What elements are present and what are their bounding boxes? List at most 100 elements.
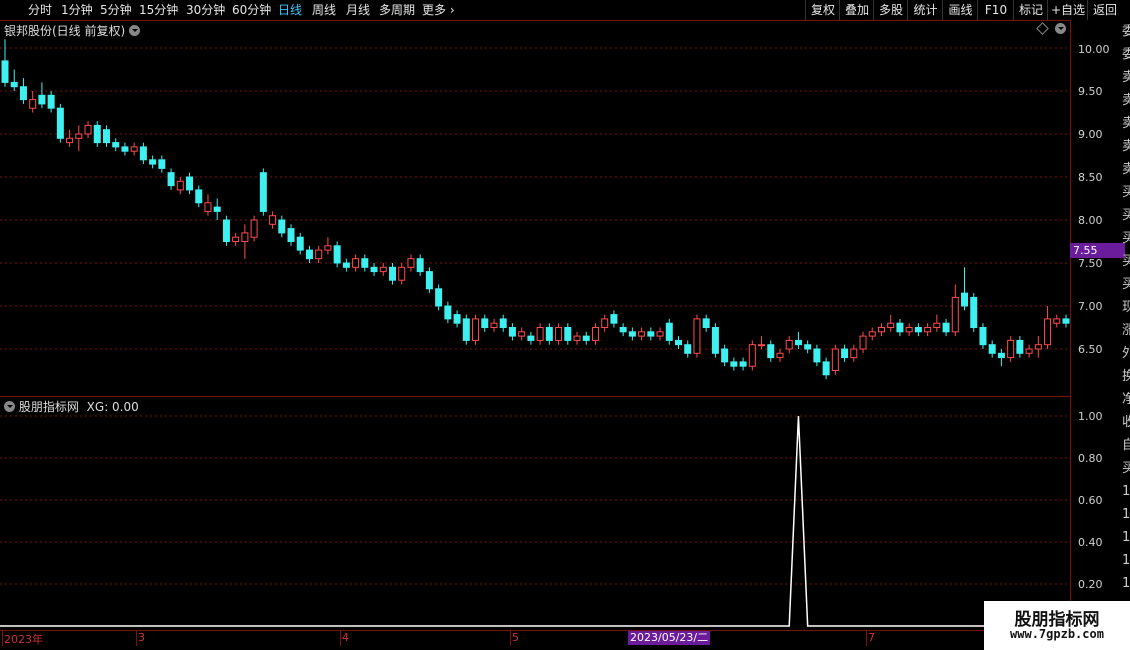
candle-body — [342, 262, 350, 268]
toolbar-button-4[interactable]: 画线 — [942, 0, 978, 20]
candle — [628, 327, 636, 341]
candle — [1044, 306, 1052, 349]
candle-body — [896, 322, 904, 333]
candle — [748, 340, 756, 371]
period-tab-6[interactable]: 日线 — [278, 0, 302, 20]
strip-label: 委 — [1122, 47, 1130, 62]
period-tab-0[interactable]: 分时 — [28, 0, 52, 20]
candle-body — [499, 318, 507, 328]
candle-body — [914, 327, 922, 333]
candle — [564, 323, 572, 345]
period-tab-10[interactable]: 更多 › — [422, 0, 455, 20]
candle-body — [933, 322, 941, 329]
candle — [591, 323, 599, 345]
price-axis-label: 7.00 — [1078, 300, 1103, 313]
candle — [213, 198, 221, 220]
candle-body — [66, 137, 74, 144]
candle-body — [379, 266, 387, 273]
candle — [619, 323, 627, 337]
watermark: 股朋指标网 www.7gpzb.com — [984, 601, 1130, 650]
strip-label: 买 — [1122, 461, 1130, 476]
period-tab-9[interactable]: 多周期 — [379, 0, 415, 20]
candlestick-chart[interactable] — [0, 20, 1070, 396]
price-axis-label: 9.00 — [1078, 128, 1103, 141]
xaxis-tick-label: 4 — [342, 631, 349, 644]
candle — [601, 314, 609, 332]
candle — [388, 263, 396, 285]
candle-body — [721, 348, 729, 363]
candle — [951, 284, 959, 337]
period-tab-5[interactable]: 60分钟 — [232, 0, 271, 20]
strip-label: 1 — [1122, 484, 1130, 499]
strip-label: 买 — [1122, 231, 1130, 246]
candle-body — [997, 352, 1005, 359]
period-tab-4[interactable]: 30分钟 — [186, 0, 225, 20]
period-tab-3[interactable]: 15分钟 — [139, 0, 178, 20]
candle-body — [776, 352, 784, 359]
candle-body — [850, 348, 858, 359]
toolbar-button-1[interactable]: 叠加 — [839, 0, 874, 20]
candle-body — [610, 314, 618, 324]
candle — [702, 314, 710, 332]
candle — [407, 254, 415, 272]
candle-body — [665, 322, 673, 341]
candle — [924, 323, 932, 337]
candle — [942, 318, 950, 337]
period-tab-1[interactable]: 1分钟 — [61, 0, 93, 20]
candle — [831, 344, 839, 375]
candle-body — [425, 271, 433, 290]
candle — [804, 340, 812, 354]
candle — [877, 323, 885, 337]
strip-label: 买 — [1122, 277, 1130, 292]
xg-signal-line — [0, 415, 1070, 627]
candle-body — [877, 327, 885, 333]
period-toolbar: 分时 1分钟 5分钟 15分钟 30分钟 60分钟 日线 周线 月线 多周期 更多 › 复权 叠加 多股统… — [0, 0, 1130, 20]
toolbar-button-6[interactable]: 标记 — [1013, 0, 1048, 20]
candle-body — [93, 124, 101, 144]
period-tab-7[interactable]: 周线 — [312, 0, 336, 20]
candle-body — [693, 318, 701, 354]
period-tab-2[interactable]: 5分钟 — [100, 0, 132, 20]
toolbar-button-8[interactable]: 返回 — [1087, 0, 1122, 20]
candle-body — [1034, 344, 1042, 350]
candle-body — [407, 258, 415, 268]
candle — [933, 314, 941, 332]
indicator-chart[interactable] — [0, 396, 1070, 630]
candle — [287, 224, 295, 246]
candle — [204, 194, 212, 216]
candle-body — [167, 172, 175, 187]
candle — [149, 155, 157, 169]
toolbar-button-7[interactable]: +自选 — [1047, 0, 1088, 20]
candle — [121, 142, 129, 156]
toolbar-button-2[interactable]: 多股 — [873, 0, 908, 20]
last-price-tag: 7.55 — [1070, 243, 1125, 258]
candle — [610, 310, 618, 328]
candle — [158, 155, 166, 173]
candle — [93, 121, 101, 147]
candle-body — [711, 327, 719, 354]
toolbar-button-0[interactable]: 复权 — [805, 0, 840, 20]
candle-body — [951, 296, 959, 333]
toolbar-button-5[interactable]: F10 — [977, 0, 1014, 20]
candle — [296, 232, 304, 255]
candle-body — [121, 146, 129, 152]
strip-label: 买 — [1122, 208, 1130, 223]
strip-label: 委 — [1122, 24, 1130, 39]
candle-body — [822, 361, 830, 376]
candle — [721, 344, 729, 367]
candle — [66, 129, 74, 147]
candle — [250, 215, 258, 242]
candle — [269, 211, 277, 229]
candle-body — [222, 219, 230, 242]
candle-body — [444, 305, 452, 320]
candle — [545, 323, 553, 345]
strip-label: 卖 — [1122, 93, 1130, 108]
candle-body — [195, 189, 203, 204]
period-tab-8[interactable]: 月线 — [346, 0, 370, 20]
price-axis-label: 8.50 — [1078, 171, 1103, 184]
candle — [1025, 344, 1033, 358]
candle — [10, 69, 18, 91]
candle — [647, 327, 655, 341]
toolbar-button-3[interactable]: 统计 — [907, 0, 943, 20]
candle-body — [398, 266, 406, 281]
